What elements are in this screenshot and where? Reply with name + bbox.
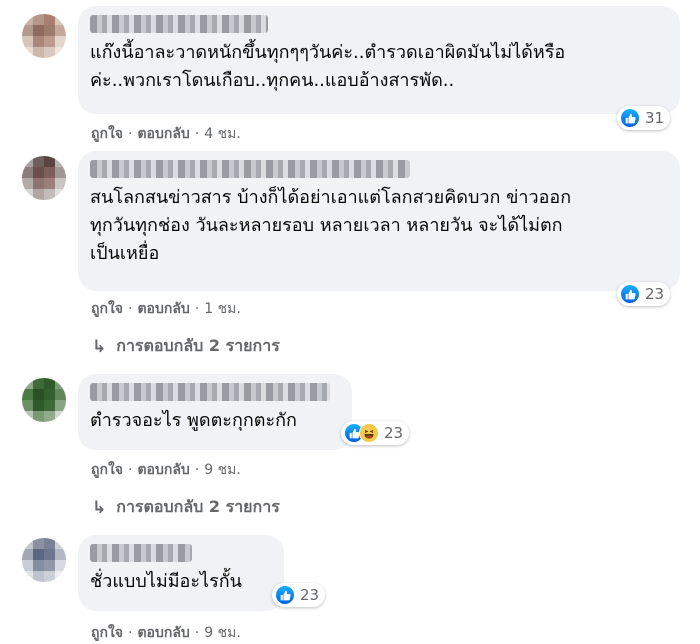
commenter-name[interactable]	[90, 160, 410, 178]
avatar[interactable]	[22, 156, 66, 200]
reaction-summary[interactable]: 31	[617, 106, 671, 130]
reply-arrow-icon: ↳	[92, 336, 107, 357]
reaction-summary[interactable]: 23	[272, 583, 326, 607]
comment-bubble: ชั่วแบบไม่มีอะไรกั้น	[78, 535, 284, 611]
reply-arrow-icon: ↳	[92, 497, 107, 518]
comment-bubble: แก๊งนี้อาละวาดหนักขึ้นทุกๆๆวันค่ะ..ตำรวด…	[78, 6, 680, 114]
view-replies-link[interactable]: ↳ การตอบกลับ 2 รายการ	[92, 334, 280, 359]
comment-text: แก๊งนี้อาละวาดหนักขึ้นทุกๆๆวันค่ะ..ตำรวด…	[90, 42, 566, 91]
separator: ·	[194, 625, 200, 641]
reply-button[interactable]: ตอบกลับ	[137, 459, 189, 481]
replies-label: การตอบกลับ 2 รายการ	[116, 497, 280, 516]
comment-text: ชั่วแบบไม่มีอะไรกั้น	[90, 571, 242, 592]
comment-bubble: สนโลกสนข่าวสาร บ้างก็ได้อย่าเอาแต่โลกสวย…	[78, 151, 680, 291]
comment-actions: ถูกใจ · ตอบกลับ · 9 ชม.	[91, 459, 241, 481]
commenter-name[interactable]	[90, 15, 268, 33]
commenter-name[interactable]	[90, 383, 330, 401]
reply-button[interactable]: ตอบกลับ	[137, 123, 189, 145]
like-icon	[275, 585, 295, 605]
reaction-count: 23	[384, 424, 404, 442]
separator: ·	[194, 126, 200, 142]
reaction-count: 23	[645, 285, 665, 303]
reaction-count: 23	[300, 586, 320, 604]
avatar[interactable]	[22, 538, 66, 582]
separator: ·	[194, 462, 200, 478]
haha-icon	[359, 423, 379, 443]
reaction-summary[interactable]: 23	[341, 421, 410, 445]
comment-text: ตำรวจอะไร พูดตะกุกตะกัก	[90, 410, 297, 431]
timestamp[interactable]: 9 ชม.	[204, 622, 241, 644]
separator: ·	[194, 301, 200, 317]
like-icon	[620, 284, 640, 304]
timestamp[interactable]: 1 ชม.	[204, 298, 241, 320]
reply-button[interactable]: ตอบกลับ	[137, 622, 189, 644]
timestamp[interactable]: 4 ชม.	[204, 123, 241, 145]
separator: ·	[128, 625, 133, 641]
comment-text: สนโลกสนข่าวสาร บ้างก็ได้อย่าเอาแต่โลกสวย…	[90, 187, 572, 264]
like-button[interactable]: ถูกใจ	[91, 123, 123, 145]
timestamp[interactable]: 9 ชม.	[204, 459, 241, 481]
commenter-name[interactable]	[90, 544, 192, 562]
avatar[interactable]	[22, 14, 66, 58]
separator: ·	[128, 301, 133, 317]
reaction-count: 31	[645, 109, 665, 127]
comment-actions: ถูกใจ · ตอบกลับ · 9 ชม.	[91, 622, 241, 644]
separator: ·	[128, 126, 133, 142]
separator: ·	[128, 462, 133, 478]
replies-label: การตอบกลับ 2 รายการ	[116, 336, 280, 355]
reaction-summary[interactable]: 23	[617, 282, 671, 306]
like-button[interactable]: ถูกใจ	[91, 298, 123, 320]
like-button[interactable]: ถูกใจ	[91, 622, 123, 644]
comment-actions: ถูกใจ · ตอบกลับ · 1 ชม.	[91, 298, 241, 320]
reply-button[interactable]: ตอบกลับ	[137, 298, 189, 320]
view-replies-link[interactable]: ↳ การตอบกลับ 2 รายการ	[92, 495, 280, 520]
avatar[interactable]	[22, 378, 66, 422]
like-icon	[620, 108, 640, 128]
like-button[interactable]: ถูกใจ	[91, 459, 123, 481]
comment-bubble: ตำรวจอะไร พูดตะกุกตะกัก	[78, 374, 352, 450]
comment-actions: ถูกใจ · ตอบกลับ · 4 ชม.	[91, 123, 241, 145]
